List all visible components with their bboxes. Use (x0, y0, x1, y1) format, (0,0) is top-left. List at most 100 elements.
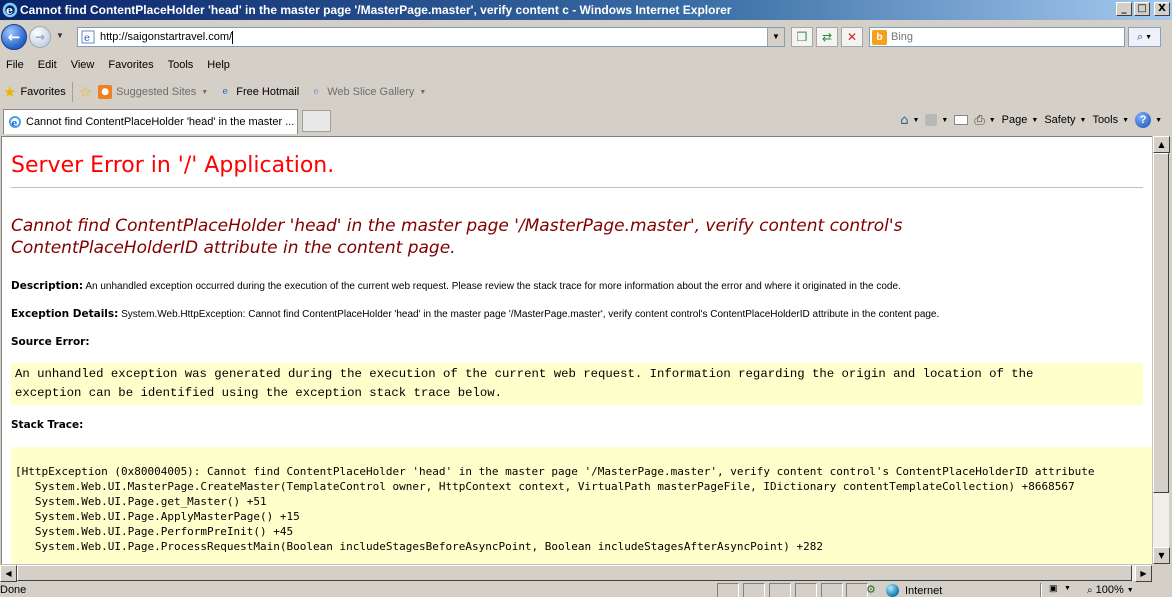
description-text: An unhandled exception occurred during t… (85, 281, 901, 292)
recent-pages-dropdown[interactable]: ▼ (56, 31, 64, 40)
favorites-button[interactable]: ★ Favorites (3, 83, 66, 101)
feeds-button[interactable]: ▼ (925, 114, 948, 126)
tab-bar: e Cannot find ContentPlaceHolder 'head' … (0, 107, 1172, 134)
search-button[interactable]: ⌕ ▼ (1128, 27, 1161, 47)
favorites-label: Favorites (20, 86, 66, 98)
web-slice-gallery-label: Web Slice Gallery (327, 86, 415, 98)
address-input[interactable]: http://saigonstartravel.com/ (100, 31, 232, 43)
home-button[interactable]: ⌂ ▼ (900, 113, 919, 128)
tab-title: Cannot find ContentPlaceHolder 'head' in… (26, 116, 295, 128)
suggested-sites-icon: ● (98, 85, 113, 99)
back-button[interactable]: ← (1, 24, 27, 50)
scroll-up-button[interactable]: ▲ (1153, 136, 1170, 153)
help-button[interactable]: ? ▼ (1135, 112, 1162, 128)
menu-view[interactable]: View (71, 59, 95, 71)
mail-icon (954, 115, 969, 125)
ie-page-icon: e (222, 87, 228, 97)
menu-file[interactable]: File (6, 59, 24, 71)
security-zone-label: Internet (905, 584, 943, 597)
svg-text:e: e (12, 119, 18, 129)
menu-help[interactable]: Help (207, 59, 230, 71)
page-title: Server Error in '/' Application. (11, 153, 335, 178)
chevron-down-icon: ▼ (1155, 116, 1162, 124)
free-hotmail-link[interactable]: e Free Hotmail (218, 85, 300, 99)
svg-text:e: e (84, 33, 90, 44)
web-slice-gallery-link[interactable]: e Web Slice Gallery ▼ (309, 85, 427, 99)
status-panel (821, 583, 843, 597)
scroll-right-button[interactable]: ▶ (1135, 565, 1152, 582)
status-panel (846, 583, 868, 597)
refresh-icon: ⇄ (821, 30, 833, 44)
tab-active[interactable]: e Cannot find ContentPlaceHolder 'head' … (3, 109, 298, 134)
status-bar: Done ⚙ Internet ▣ ▼ ⌕ 100% ▼ (0, 582, 1172, 597)
safety-menu-label: Safety (1044, 114, 1076, 126)
security-zone[interactable]: Internet (886, 584, 942, 597)
source-error-box: An unhandled exception was generated dur… (11, 363, 1143, 405)
scroll-down-button[interactable]: ▼ (1153, 547, 1170, 564)
close-button[interactable]: X (1154, 2, 1170, 16)
stop-icon: ✕ (846, 30, 858, 44)
chevron-down-icon: ▼ (1031, 116, 1039, 124)
title-bar: e Cannot find ContentPlaceHolder 'head' … (0, 0, 1172, 20)
stop-button[interactable]: ✕ (841, 27, 863, 47)
chevron-down-icon: ▼ (1079, 116, 1087, 124)
read-mail-button[interactable] (954, 115, 969, 125)
maximize-button[interactable]: □ (1134, 2, 1150, 16)
forward-button[interactable]: → (29, 26, 51, 48)
page-menu-button[interactable]: Page ▼ (1002, 114, 1039, 126)
vertical-scrollbar[interactable]: ▲ ▼ (1152, 136, 1170, 564)
refresh-button[interactable]: ⇄ (816, 27, 838, 47)
address-dropdown-button[interactable]: ▼ (767, 28, 784, 46)
vertical-scroll-thumb[interactable] (1153, 153, 1169, 493)
tools-menu-button[interactable]: Tools ▼ (1092, 114, 1129, 126)
menu-tools[interactable]: Tools (168, 59, 194, 71)
horizontal-scroll-thumb[interactable] (17, 565, 1132, 581)
address-bar[interactable]: e http://saigonstartravel.com/ ▼ (77, 27, 785, 47)
search-input[interactable] (891, 31, 1111, 43)
ie-logo-icon: e (2, 2, 18, 18)
chevron-down-icon: ▼ (988, 116, 996, 124)
status-panel (717, 583, 739, 597)
zoom-icon: ⌕ (1087, 584, 1093, 596)
status-panel (743, 583, 765, 597)
free-hotmail-label: Free Hotmail (236, 86, 300, 98)
ie-page-icon: e (9, 116, 21, 129)
chevron-down-icon: ▼ (941, 116, 949, 124)
chevron-down-icon: ▼ (1122, 116, 1130, 124)
search-box[interactable]: b (869, 27, 1125, 47)
print-button[interactable]: ⎙ ▼ (974, 113, 995, 128)
new-tab-button[interactable] (302, 110, 331, 132)
horizontal-scrollbar[interactable]: ◀ ▶ (0, 564, 1152, 582)
source-error-heading: Source Error: (11, 336, 90, 348)
pop-up-blocker-icon[interactable]: ▣ (1049, 583, 1058, 594)
text-caret (232, 30, 234, 44)
status-panel (1040, 583, 1042, 597)
zoom-control[interactable]: ⌕ 100% ▼ (1087, 584, 1134, 596)
forward-arrow-icon: → (34, 30, 46, 44)
chevron-down-icon: ▼ (912, 116, 920, 124)
menu-bar: File Edit View Favorites Tools Help (0, 55, 1172, 75)
help-icon: ? (1135, 112, 1152, 128)
navigation-bar: ← → ▼ e http://saigonstartravel.com/ ▼ ❒… (0, 20, 1172, 54)
menu-edit[interactable]: Edit (38, 59, 57, 71)
safety-menu-button[interactable]: Safety ▼ (1044, 114, 1086, 126)
favorites-star-icon: ★ (3, 83, 17, 101)
scrollbar-corner (1152, 564, 1172, 581)
svg-text:e: e (6, 4, 13, 17)
chevron-down-icon: ▼ (201, 88, 209, 96)
chevron-down-icon: ▼ (1158, 551, 1165, 560)
compatibility-view-button[interactable]: ❒ (791, 27, 813, 47)
tools-menu-label: Tools (1092, 114, 1119, 126)
add-to-favorites-bar-icon[interactable]: ☆ (79, 83, 92, 101)
minimize-button[interactable]: _ (1116, 2, 1132, 16)
suggested-sites-link[interactable]: ● Suggested Sites ▼ (98, 85, 208, 99)
window-title: Cannot find ContentPlaceHolder 'head' in… (20, 3, 732, 17)
protected-mode-icon[interactable]: ⚙ (866, 583, 876, 596)
exception-details-label: Exception Details: (11, 308, 119, 320)
scroll-left-button[interactable]: ◀ (0, 565, 17, 582)
menu-favorites[interactable]: Favorites (108, 59, 153, 71)
status-panel (769, 583, 791, 597)
page-menu-label: Page (1001, 114, 1028, 126)
suggested-sites-label: Suggested Sites (116, 86, 197, 98)
status-text: Done (0, 584, 27, 596)
